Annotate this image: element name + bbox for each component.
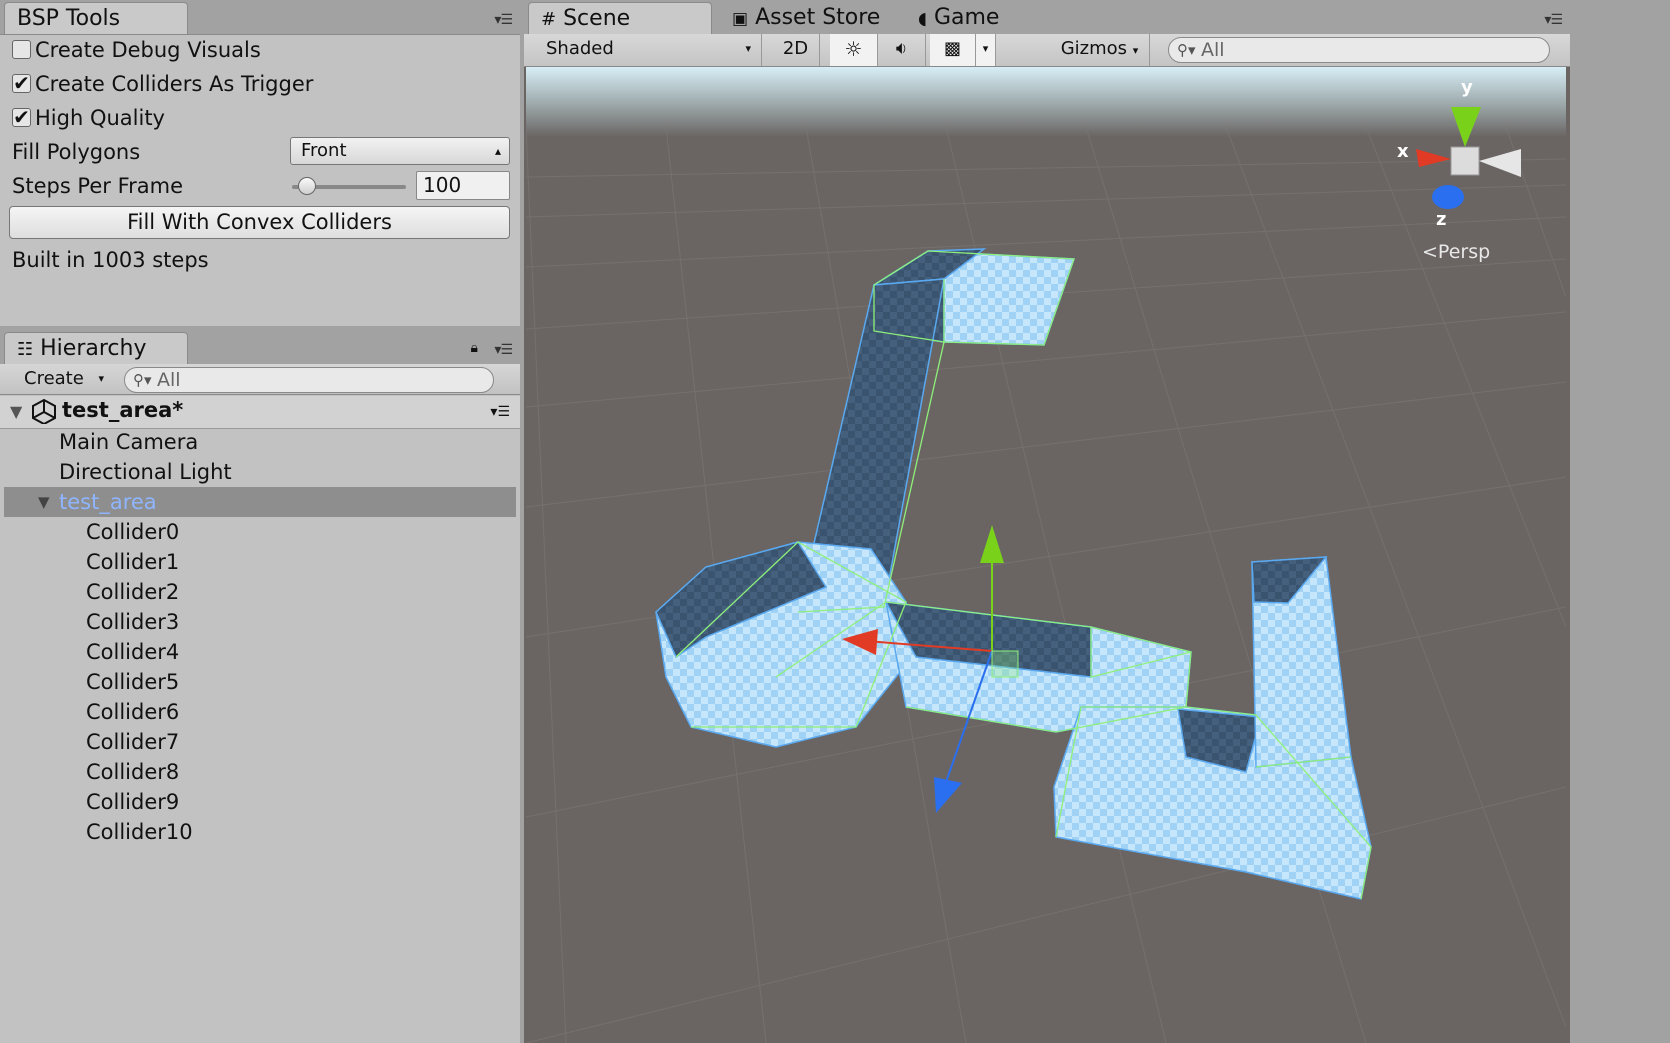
list-item[interactable]: Collider5 <box>86 667 179 697</box>
scene-tabstrip: # Scene ▣ Asset Store ◖ Game ▾☰ <box>524 0 1570 35</box>
list-item[interactable]: Collider7 <box>86 727 179 757</box>
create-label: Create <box>24 368 84 389</box>
chevron-down-icon: ▾ <box>745 42 751 55</box>
sky-horizon <box>526 67 1566 137</box>
panel-menu-icon[interactable]: ▾☰ <box>494 12 513 28</box>
list-item[interactable]: Collider9 <box>86 787 179 817</box>
grid-icon: # <box>541 9 557 30</box>
fill-polygons-label: Fill Polygons <box>12 140 141 164</box>
scene-menu-icon[interactable]: ▾☰ <box>490 404 510 420</box>
bsp-tools-panel: BSP Tools ▾☰ Create Debug Visuals ✔ Creat… <box>0 0 520 326</box>
list-item[interactable]: Collider10 <box>86 817 193 847</box>
gizmo-y-label: y <box>1461 77 1473 98</box>
tab-asset-store[interactable]: ▣ Asset Store <box>720 2 892 34</box>
expand-triangle-icon[interactable]: ▼ <box>38 493 50 511</box>
projection-toggle[interactable]: <Persp <box>1422 241 1490 263</box>
create-debug-visuals-label: Create Debug Visuals <box>35 38 261 62</box>
scene-panel: # Scene ▣ Asset Store ◖ Game ▾☰ Shaded ▾… <box>524 0 1570 1043</box>
hierarchy-tabstrip: ☷ Hierarchy 🔒︎ ▾☰ <box>0 330 520 365</box>
persp-icon: < <box>1422 241 1438 263</box>
create-debug-visuals-row[interactable]: Create Debug Visuals <box>12 35 261 65</box>
chevron-down-icon: ▾ <box>98 372 104 385</box>
tab-scene[interactable]: # Scene <box>528 2 712 34</box>
tab-bsp-tools[interactable]: BSP Tools <box>4 2 188 34</box>
list-item[interactable]: Collider8 <box>86 757 179 787</box>
hierarchy-list-icon: ☷ <box>17 339 34 360</box>
scene-search-placeholder: All <box>1201 39 1225 61</box>
list-item-selected[interactable]: test_area <box>59 487 157 517</box>
scene-tab-label: Scene <box>563 6 631 31</box>
fill-polygons-value: Front <box>301 140 347 161</box>
pacman-icon: ◖ <box>918 9 927 29</box>
hierarchy-tab-label: Hierarchy <box>40 336 147 361</box>
list-item[interactable]: Collider3 <box>86 607 179 637</box>
steps-per-frame-label: Steps Per Frame <box>12 174 184 198</box>
steps-slider-thumb[interactable] <box>298 177 316 195</box>
panel-menu-icon[interactable]: ▾☰ <box>1544 12 1563 28</box>
bsp-tools-tabstrip: BSP Tools ▾☰ <box>0 0 520 35</box>
shading-mode-label: Shaded <box>546 38 614 59</box>
scene-header-row[interactable]: ▼ test_area* ▾☰ <box>0 396 520 429</box>
plane-handle[interactable] <box>991 650 1019 678</box>
effects-image-icon[interactable]: ▩ <box>930 34 976 66</box>
unity-scene-icon <box>31 398 57 428</box>
ground-plane <box>526 67 1566 1043</box>
scene-render[interactable] <box>526 67 1566 1043</box>
hierarchy-search-input[interactable]: ⚲▾ All <box>124 367 494 393</box>
create-colliders-trigger-row[interactable]: ✔ Create Colliders As Trigger <box>12 69 313 99</box>
search-icon: ⚲▾ <box>1177 41 1196 59</box>
high-quality-row[interactable]: ✔ High Quality <box>12 103 165 133</box>
steps-per-frame-input[interactable]: 100 <box>416 171 510 200</box>
list-item[interactable]: Collider6 <box>86 697 179 727</box>
scene-viewport[interactable]: y x z <Persp <box>526 67 1566 1043</box>
panel-menu-icon[interactable]: ▾☰ <box>494 342 513 358</box>
lock-icon[interactable]: 🔒︎ <box>471 340 478 356</box>
tab-hierarchy[interactable]: ☷ Hierarchy <box>4 332 188 364</box>
game-tab-label: Game <box>933 5 1000 30</box>
effects-dropdown-arrow-icon[interactable]: ▾ <box>976 34 996 66</box>
asset-store-tab-label: Asset Store <box>755 5 881 30</box>
create-debug-visuals-checkbox[interactable] <box>12 39 31 59</box>
projection-label: Persp <box>1437 241 1491 263</box>
high-quality-label: High Quality <box>35 106 165 130</box>
build-status-text: Built in 1003 steps <box>12 248 209 272</box>
create-colliders-trigger-checkbox[interactable]: ✔ <box>12 73 31 93</box>
hierarchy-panel: ☷ Hierarchy 🔒︎ ▾☰ Create ▾ ⚲▾ All ▼ test… <box>0 330 520 1043</box>
dropdown-arrows-icon: ▴ <box>494 144 501 158</box>
scene-toolbar: Shaded ▾ 2D ☼ 🔉︎ ▩ ▾ Gizmos ▾ ⚲▾ All <box>524 34 1570 67</box>
store-bag-icon: ▣ <box>732 9 749 29</box>
gizmo-x-label: x <box>1397 141 1409 162</box>
gizmo-z-label: z <box>1436 209 1447 230</box>
list-item[interactable]: Collider1 <box>86 547 179 577</box>
toggle-2d-button[interactable]: 2D <box>772 34 820 66</box>
hierarchy-toolbar: Create ▾ ⚲▾ All <box>0 364 520 395</box>
create-dropdown[interactable]: Create ▾ <box>12 366 110 392</box>
list-item[interactable]: Directional Light <box>59 457 232 487</box>
gizmo-z-cone-icon[interactable] <box>1432 185 1464 209</box>
search-icon: ⚲▾ <box>133 371 152 389</box>
lighting-toggle-icon[interactable]: ☼ <box>830 34 878 66</box>
tab-game[interactable]: ◖ Game <box>906 2 1011 34</box>
high-quality-checkbox[interactable]: ✔ <box>12 107 31 127</box>
list-item[interactable]: Collider2 <box>86 577 179 607</box>
audio-toggle-icon[interactable]: 🔉︎ <box>878 34 926 66</box>
chevron-down-icon: ▾ <box>1132 44 1139 57</box>
hierarchy-search-placeholder: All <box>157 369 181 391</box>
gizmos-dropdown[interactable]: Gizmos ▾ <box>1050 34 1150 66</box>
shading-mode-dropdown[interactable]: Shaded ▾ <box>534 34 762 66</box>
list-item[interactable]: Collider4 <box>86 637 179 667</box>
create-colliders-trigger-label: Create Colliders As Trigger <box>35 72 314 96</box>
list-item[interactable]: Main Camera <box>59 427 198 457</box>
fill-with-convex-colliders-button[interactable]: Fill With Convex Colliders <box>9 206 510 239</box>
gizmos-label: Gizmos <box>1060 38 1128 59</box>
scene-search-input[interactable]: ⚲▾ All <box>1168 37 1550 63</box>
fill-polygons-dropdown[interactable]: Front ▴ <box>290 137 510 165</box>
list-item[interactable]: Collider0 <box>86 517 179 547</box>
scene-name: test_area* <box>62 398 184 422</box>
expand-triangle-icon[interactable]: ▼ <box>10 402 22 421</box>
